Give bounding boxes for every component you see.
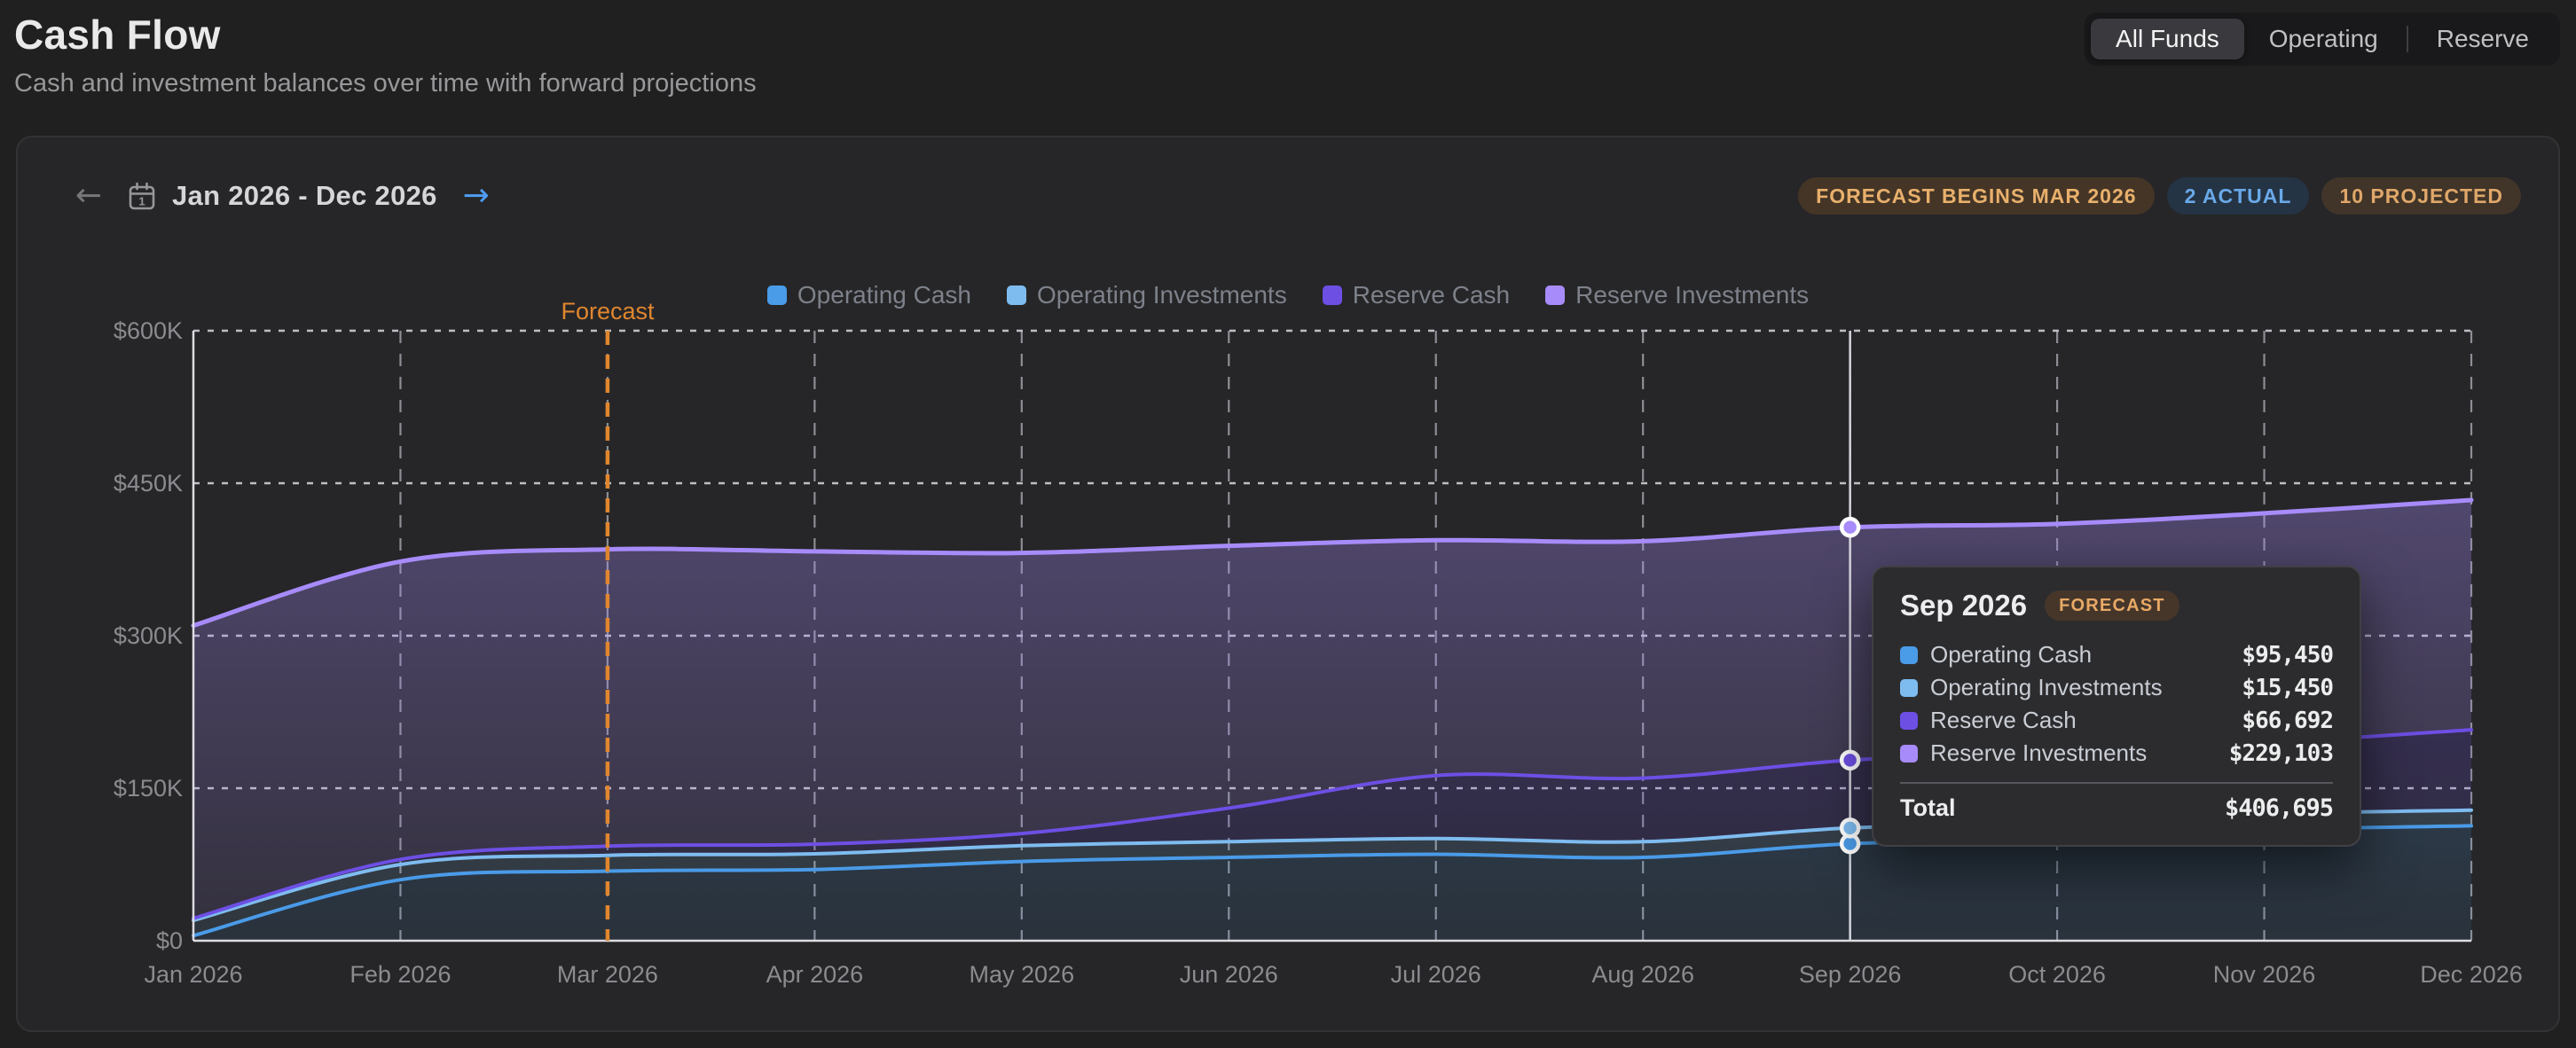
actual-count-badge: 2 ACTUAL bbox=[2167, 177, 2310, 215]
tooltip-row-reserve-investments: Reserve Investments $229,103 bbox=[1900, 737, 2333, 770]
tooltip-forecast-badge: FORECAST bbox=[2045, 590, 2179, 621]
chart-tooltip: Sep 2026 FORECAST Operating Cash$95,450O… bbox=[1872, 566, 2361, 847]
tooltip-row-label: Reserve Investments bbox=[1930, 739, 2147, 767]
legend-label: Reserve Investments bbox=[1575, 281, 1809, 309]
tooltip-row-operating-investments: Operating Investments $15,450 bbox=[1900, 671, 2333, 704]
tooltip-swatch bbox=[1900, 745, 1918, 763]
page-subtitle: Cash and investment balances over time w… bbox=[14, 69, 2562, 98]
tooltip-swatch bbox=[1900, 712, 1918, 730]
calendar-icon[interactable]: 1 bbox=[126, 180, 158, 212]
forecast-line-label: Forecast bbox=[561, 298, 654, 325]
legend-label: Operating Investments bbox=[1037, 281, 1287, 309]
tooltip-row-reserve-cash: Reserve Cash $66,692 bbox=[1900, 704, 2333, 737]
tooltip-row-label: Operating Investments bbox=[1930, 674, 2163, 701]
tooltip-row-value: $15,450 bbox=[2242, 675, 2333, 701]
tooltip-title: Sep 2026 bbox=[1900, 589, 2027, 622]
tooltip-divider bbox=[1900, 782, 2333, 784]
fund-filter-tabs: All FundsOperatingReserve bbox=[2085, 12, 2560, 66]
tab-all-funds[interactable]: All Funds bbox=[2091, 19, 2244, 59]
tooltip-row-label: Operating Cash bbox=[1930, 641, 2092, 669]
tab-operating[interactable]: Operating bbox=[2244, 19, 2403, 59]
card-toolbar: ← 1 Jan 2026 - Dec 2026 → FORECAST BEGIN… bbox=[67, 171, 2521, 221]
page-header: Cash Flow Cash and investment balances o… bbox=[14, 11, 2562, 126]
legend-label: Reserve Cash bbox=[1353, 281, 1510, 309]
tooltip-swatch bbox=[1900, 679, 1918, 697]
projected-count-badge: 10 PROJECTED bbox=[2321, 177, 2521, 215]
tooltip-row-value: $229,103 bbox=[2229, 740, 2333, 767]
tooltip-total-label: Total bbox=[1900, 794, 1956, 822]
tooltip-total-row: Total $406,695 bbox=[1900, 794, 2333, 822]
next-range-button[interactable]: → bbox=[455, 175, 498, 217]
tooltip-swatch bbox=[1900, 646, 1918, 664]
forecast-begins-badge: FORECAST BEGINS MAR 2026 bbox=[1798, 177, 2154, 215]
tooltip-row-value: $66,692 bbox=[2242, 708, 2333, 734]
legend-item-operating-investments[interactable]: Operating Investments bbox=[1007, 281, 1287, 309]
tooltip-total-value: $406,695 bbox=[2225, 794, 2333, 822]
chart-legend: Operating Cash Operating Investments Reser… bbox=[18, 281, 2558, 309]
status-badges: FORECAST BEGINS MAR 2026 2 ACTUAL 10 PROJE… bbox=[1798, 177, 2521, 215]
tooltip-rows: Operating Cash$95,450Operating Investmen… bbox=[1900, 638, 2333, 770]
legend-swatch-reserve-cash bbox=[1323, 285, 1342, 305]
tab-divider bbox=[2407, 26, 2408, 52]
tooltip-row-operating-cash: Operating Cash $95,450 bbox=[1900, 638, 2333, 671]
legend-item-reserve-investments[interactable]: Reserve Investments bbox=[1545, 281, 1809, 309]
tab-reserve[interactable]: Reserve bbox=[2412, 19, 2554, 59]
prev-range-button[interactable]: ← bbox=[67, 175, 110, 217]
date-range-nav: ← 1 Jan 2026 - Dec 2026 → bbox=[67, 175, 498, 217]
legend-label: Operating Cash bbox=[797, 281, 971, 309]
legend-swatch-operating-investments bbox=[1007, 285, 1026, 305]
date-range-label: Jan 2026 - Dec 2026 bbox=[172, 180, 437, 212]
legend-item-reserve-cash[interactable]: Reserve Cash bbox=[1323, 281, 1510, 309]
tooltip-row-label: Reserve Cash bbox=[1930, 707, 2077, 734]
legend-item-operating-cash[interactable]: Operating Cash bbox=[767, 281, 971, 309]
legend-swatch-reserve-investments bbox=[1545, 285, 1565, 305]
svg-text:1: 1 bbox=[138, 195, 145, 208]
tooltip-header: Sep 2026 FORECAST bbox=[1900, 589, 2333, 622]
legend-swatch-operating-cash bbox=[767, 285, 787, 305]
tooltip-row-value: $95,450 bbox=[2242, 642, 2333, 669]
